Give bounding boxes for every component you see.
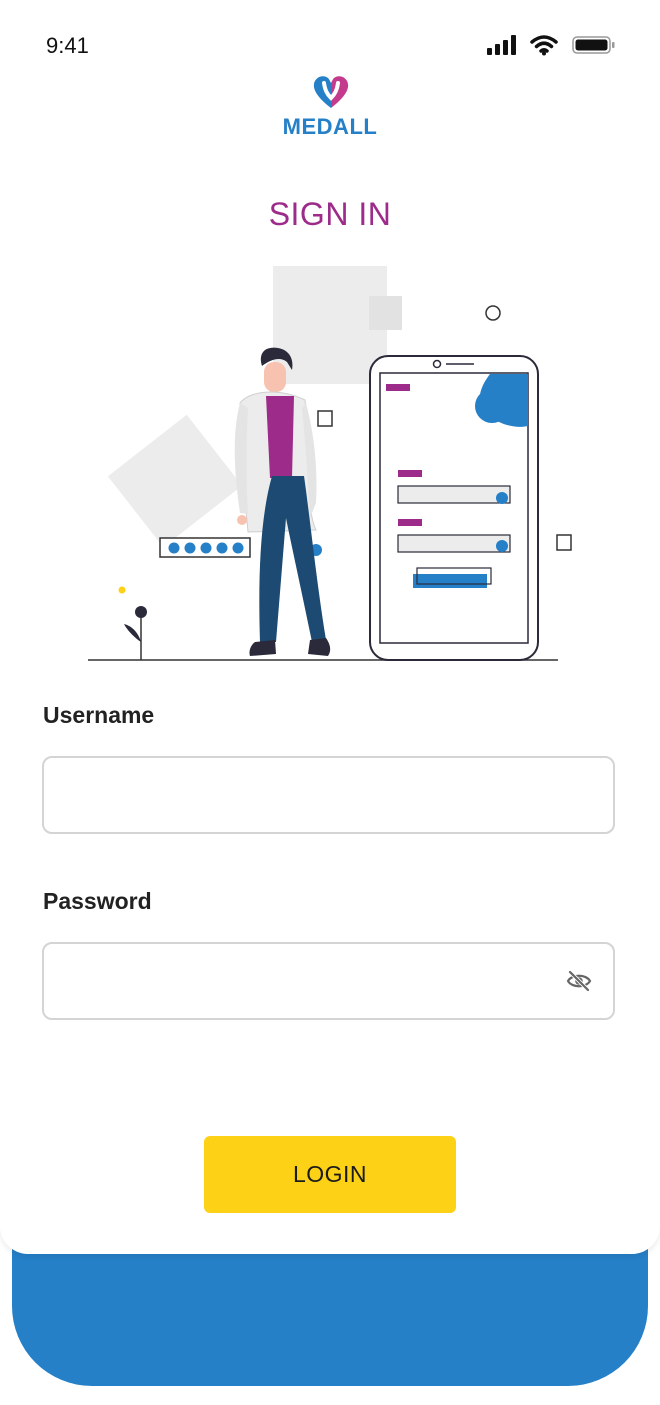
eye-off-icon[interactable] [566,968,592,994]
username-input[interactable] [42,756,615,834]
login-button[interactable]: LOGIN [204,1136,456,1213]
sign-in-illustration [80,258,580,668]
password-input[interactable] [42,942,615,1020]
wifi-icon [530,34,558,61]
status-time: 9:41 [46,33,89,58]
heart-logo-icon [312,74,350,115]
username-label: Username [43,702,155,728]
password-label: Password [43,888,152,914]
cellular-signal-icon [486,34,516,61]
brand-name: MEDALL [282,114,378,139]
page-title: SIGN IN [268,196,392,232]
battery-icon [572,34,616,61]
brand-logo: MEDALL [280,74,380,140]
